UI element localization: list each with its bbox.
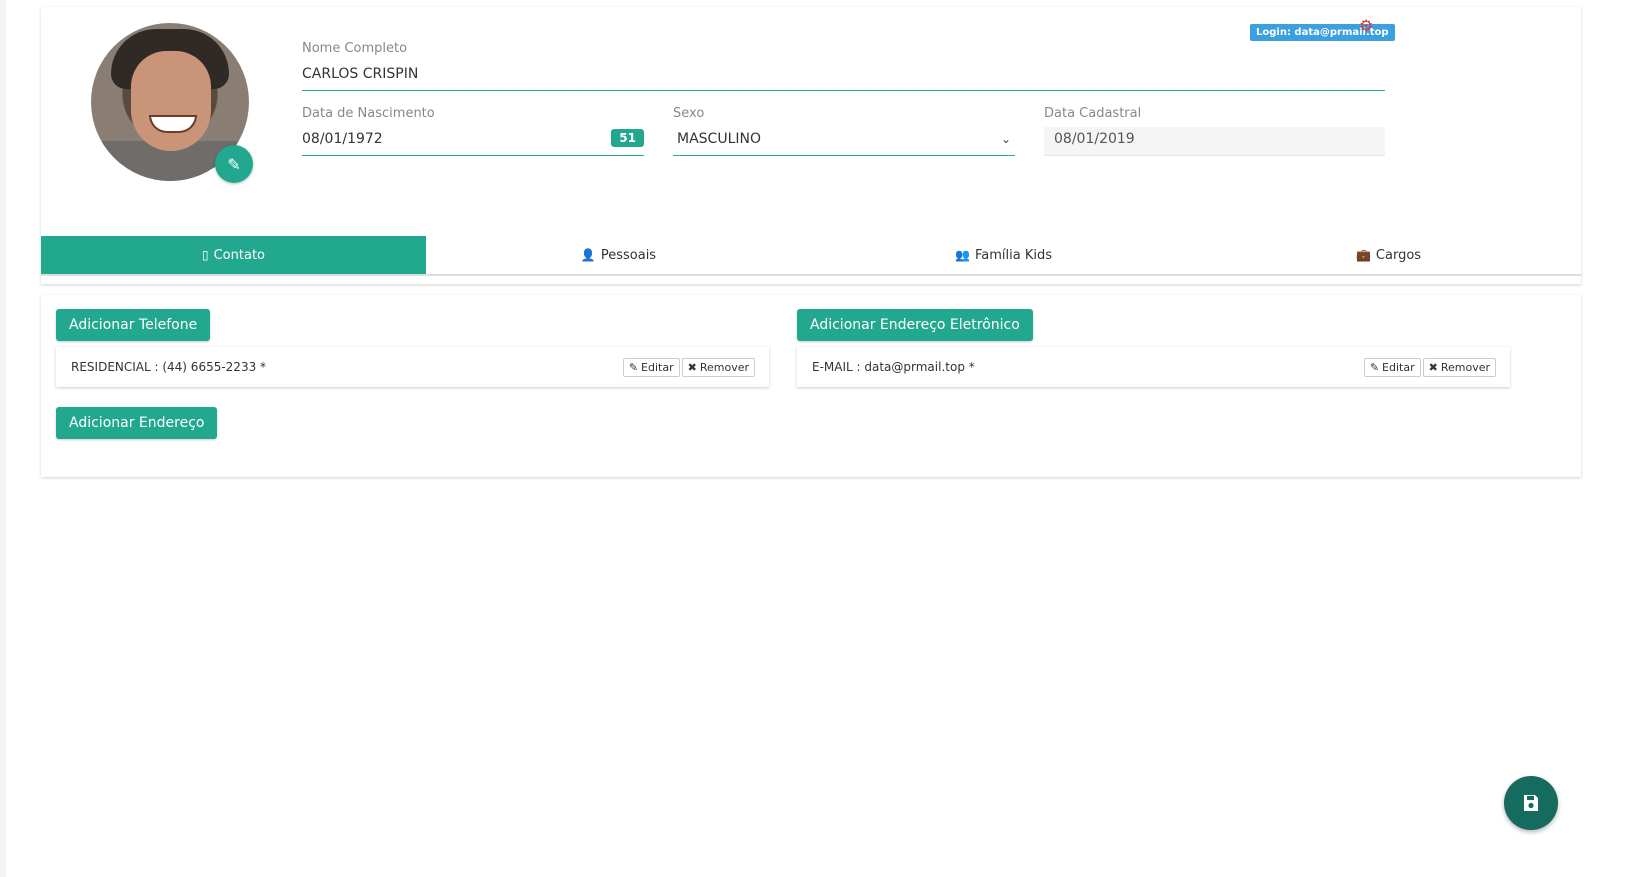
tab-cargos-label: Cargos <box>1375 247 1422 263</box>
dob-field[interactable]: Data de Nascimento 08/01/1972 51 <box>302 106 644 156</box>
close-icon: ✖ <box>1428 360 1438 374</box>
edit-phone-label: Editar <box>641 360 674 374</box>
remove-phone-label: Remover <box>699 360 749 374</box>
phone-entry-text: RESIDENCIAL : (44) 6655-2233 * <box>71 360 267 374</box>
remove-phone-button[interactable]: ✖ Remover <box>681 357 755 377</box>
sex-label: Sexo <box>673 106 705 121</box>
tab-pessoais-label: Pessoais <box>600 247 657 263</box>
dob-input[interactable]: 08/01/1972 <box>302 127 644 156</box>
registered-date-field: Data Cadastral 08/01/2019 <box>1044 106 1385 156</box>
sex-select-value: MASCULINO <box>677 131 761 147</box>
users-icon: 👥 <box>955 248 970 262</box>
chevron-down-icon: ⌄ <box>1000 132 1011 146</box>
age-badge: 51 <box>611 129 644 147</box>
tab-contato[interactable]: ▯ Contato <box>41 236 426 274</box>
full-name-input[interactable]: CARLOS CRISPIN <box>302 62 1385 91</box>
edit-photo-button[interactable]: ✎ <box>215 145 253 183</box>
remove-email-label: Remover <box>1440 360 1490 374</box>
briefcase-icon: 💼 <box>1355 248 1371 262</box>
save-button[interactable] <box>1504 776 1558 830</box>
close-icon: ✖ <box>687 360 697 374</box>
user-icon: 👤 <box>580 248 596 262</box>
edit-email-label: Editar <box>1382 360 1415 374</box>
mobile-icon: ▯ <box>202 248 209 262</box>
add-email-button[interactable]: Adicionar Endereço Eletrônico <box>797 309 1033 341</box>
gear-icon[interactable]: ⚙ <box>1359 16 1373 35</box>
edit-phone-button[interactable]: ✎ Editar <box>622 357 680 377</box>
sex-select[interactable]: MASCULINO ⌄ <box>673 127 1015 156</box>
email-entry-text: E-MAIL : data@prmail.top * <box>812 360 975 374</box>
pencil-icon: ✎ <box>1369 360 1380 374</box>
phone-entry: RESIDENCIAL : (44) 6655-2233 * ✎ Editar … <box>56 347 769 387</box>
add-phone-button[interactable]: Adicionar Telefone <box>56 309 211 341</box>
profile-tabs: ▯ Contato 👤 Pessoais 👥 Família Kids 💼 Ca… <box>41 236 1581 276</box>
tab-familia-kids[interactable]: 👥 Família Kids <box>811 236 1196 274</box>
email-entry-actions: ✎ Editar ✖ Remover <box>1363 357 1496 377</box>
registered-date-value: 08/01/2019 <box>1044 127 1385 156</box>
pencil-icon: ✎ <box>628 360 639 374</box>
tab-familia-kids-label: Família Kids <box>974 247 1052 263</box>
page-left-strip <box>0 0 6 877</box>
tab-cargos[interactable]: 💼 Cargos <box>1196 236 1581 274</box>
tab-pessoais[interactable]: 👤 Pessoais <box>426 236 811 274</box>
floppy-disk-icon <box>1524 795 1538 811</box>
tab-contato-label: Contato <box>213 247 265 263</box>
edit-email-button[interactable]: ✎ Editar <box>1363 357 1421 377</box>
add-address-button[interactable]: Adicionar Endereço <box>56 407 218 439</box>
email-entry: E-MAIL : data@prmail.top * ✎ Editar ✖ Re… <box>797 347 1510 387</box>
profile-header-card: ✎ Login: data@prmail.top ⚙ Nome Completo… <box>41 7 1581 284</box>
pencil-icon: ✎ <box>227 154 241 174</box>
avatar-container: ✎ <box>91 23 253 183</box>
full-name-field[interactable]: Nome Completo CARLOS CRISPIN <box>302 41 1385 91</box>
contact-content-card: Adicionar Telefone Adicionar Endereço El… <box>41 295 1581 477</box>
avatar-face <box>131 51 211 151</box>
dob-label: Data de Nascimento <box>302 106 435 121</box>
remove-email-button[interactable]: ✖ Remover <box>1422 357 1496 377</box>
sex-field[interactable]: Sexo MASCULINO ⌄ <box>673 106 1015 156</box>
phone-entry-actions: ✎ Editar ✖ Remover <box>622 357 755 377</box>
registered-date-label: Data Cadastral <box>1044 106 1142 121</box>
full-name-label: Nome Completo <box>302 41 408 56</box>
